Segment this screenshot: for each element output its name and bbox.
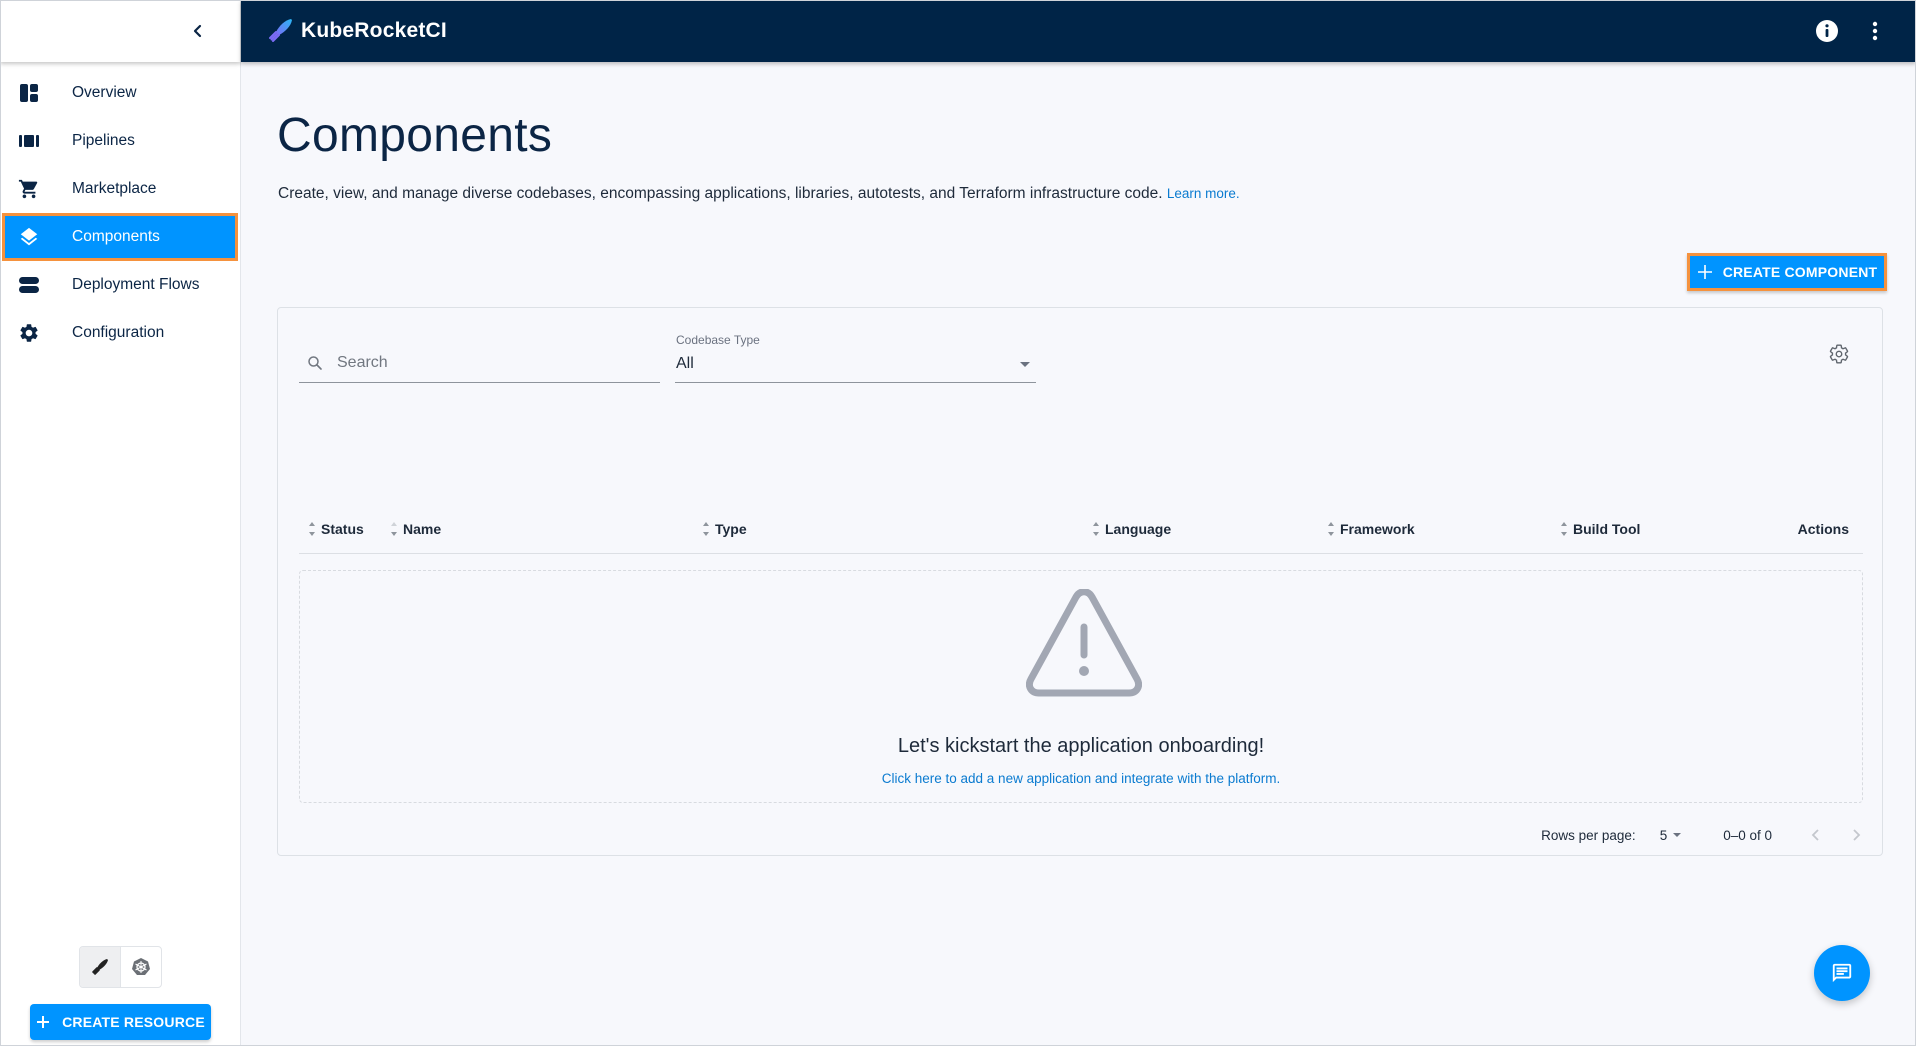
chevron-left-icon [193, 24, 202, 38]
column-header-type[interactable]: Type [702, 521, 747, 537]
column-header-build-tool[interactable]: Build Tool [1560, 521, 1640, 537]
add-application-link[interactable]: Click here to add a new application and … [300, 771, 1862, 786]
main-content: Components Create, view, and manage dive… [241, 62, 1916, 1046]
more-vertical-icon [1872, 21, 1878, 41]
sidebar-item-label: Pipelines [72, 132, 135, 149]
sidebar-item-label: Components [72, 228, 160, 245]
header-actions [1814, 18, 1888, 44]
sidebar-footer: CREATE RESOURCE [0, 936, 240, 1046]
info-icon [1816, 20, 1838, 42]
create-component-button[interactable]: CREATE COMPONENT [1687, 253, 1887, 291]
codebase-type-value: All [676, 355, 694, 372]
pipelines-icon [18, 130, 40, 152]
chat-fab-button[interactable] [1814, 945, 1870, 1001]
sort-icon [390, 522, 398, 536]
codebase-type-label: Codebase Type [676, 333, 760, 347]
gear-icon [18, 322, 40, 344]
sidebar-item-label: Configuration [72, 324, 165, 341]
sort-icon [308, 522, 316, 536]
column-label: Name [403, 521, 442, 537]
info-button[interactable] [1814, 18, 1840, 44]
collapse-sidebar-button[interactable] [186, 19, 210, 43]
empty-state-title: Let's kickstart the application onboardi… [897, 735, 1265, 757]
layers-icon [18, 226, 40, 248]
deployment-flows-icon [18, 274, 40, 296]
table-header: Status Name Type Language Framework Buil… [299, 508, 1863, 554]
page-title: Components [277, 109, 553, 162]
sidebar-item-deployment-flows[interactable]: Deployment Flows [0, 261, 240, 309]
previous-page-button[interactable] [1802, 823, 1830, 847]
column-header-name[interactable]: Name [390, 521, 441, 537]
column-header-language[interactable]: Language [1092, 521, 1171, 537]
search-icon [307, 355, 323, 371]
sort-icon [702, 522, 710, 536]
caret-down-icon [1673, 833, 1682, 837]
kubernetes-icon [132, 958, 150, 975]
column-header-framework[interactable]: Framework [1327, 521, 1415, 537]
sidebar-item-pipelines[interactable]: Pipelines [0, 117, 240, 165]
app-header: KubeRocketCI [241, 0, 1916, 62]
brand[interactable]: KubeRocketCI [265, 16, 447, 46]
mode-toggle-krci[interactable] [80, 947, 121, 987]
plus-icon [1697, 265, 1712, 279]
sidebar-item-label: Marketplace [72, 180, 157, 197]
search-input[interactable] [337, 354, 637, 372]
settings-gear-outline-icon [1829, 344, 1849, 364]
sort-icon [1327, 522, 1335, 536]
create-component-label: CREATE COMPONENT [1722, 264, 1878, 280]
cart-icon [18, 178, 40, 200]
sort-icon [1092, 522, 1100, 536]
rows-per-page-select[interactable]: 5 [1660, 828, 1682, 843]
mode-toggle-group [79, 946, 162, 988]
column-label: Build Tool [1573, 521, 1641, 537]
rocket-icon [92, 959, 108, 975]
sidebar-item-overview[interactable]: Overview [0, 69, 240, 117]
chat-icon [1832, 963, 1852, 983]
next-page-button[interactable] [1842, 823, 1870, 847]
rows-per-page-label: Rows per page: [1541, 827, 1636, 843]
more-menu-button[interactable] [1862, 18, 1888, 44]
sidebar-item-configuration[interactable]: Configuration [0, 309, 240, 357]
create-resource-button[interactable]: CREATE RESOURCE [30, 1004, 211, 1040]
column-label: Type [715, 521, 747, 537]
sidebar-header [0, 0, 240, 62]
app-title: KubeRocketCI [301, 19, 447, 42]
column-header-actions: Actions [1798, 521, 1849, 537]
column-label: Language [1105, 521, 1172, 537]
column-label: Framework [1340, 521, 1415, 537]
pagination-range: 0–0 of 0 [1723, 827, 1772, 843]
page-description: Create, view, and manage diverse codebas… [278, 185, 1240, 203]
table-pagination: Rows per page: 5 0–0 of 0 [1541, 823, 1882, 847]
column-header-status[interactable]: Status [308, 521, 364, 537]
chevron-right-icon [1853, 829, 1861, 841]
column-label: Actions [1797, 521, 1849, 537]
dashboard-icon [18, 82, 40, 104]
sidebar-item-marketplace[interactable]: Marketplace [0, 165, 240, 213]
caret-down-icon [1020, 362, 1030, 367]
sort-icon [1560, 522, 1568, 536]
empty-state: Let's kickstart the application onboardi… [299, 570, 1863, 803]
sidebar-item-label: Deployment Flows [72, 276, 200, 293]
sidebar: Overview Pipelines Marketplace Component… [0, 0, 241, 1046]
chevron-left-icon [1811, 829, 1819, 841]
codebase-type-select[interactable]: Codebase Type All [675, 328, 1036, 383]
sidebar-item-components[interactable]: Components [2, 213, 238, 261]
sidebar-nav: Overview Pipelines Marketplace Component… [0, 69, 240, 357]
sidebar-item-label: Overview [72, 84, 137, 101]
learn-more-link[interactable]: Learn more. [1167, 186, 1240, 201]
warning-triangle-icon [1026, 589, 1142, 697]
mode-toggle-kubernetes[interactable] [121, 947, 161, 987]
search-field [299, 344, 660, 383]
create-resource-label: CREATE RESOURCE [62, 1014, 205, 1030]
components-table-card: Codebase Type All Status Name Type Langu… [277, 307, 1883, 856]
rows-per-page-value: 5 [1659, 827, 1668, 843]
column-label: Status [321, 521, 364, 537]
table-settings-button[interactable] [1826, 341, 1852, 367]
page-description-text: Create, view, and manage diverse codebas… [278, 185, 1163, 202]
kuberocketci-logo-icon [269, 19, 292, 42]
plus-icon [37, 1016, 50, 1028]
